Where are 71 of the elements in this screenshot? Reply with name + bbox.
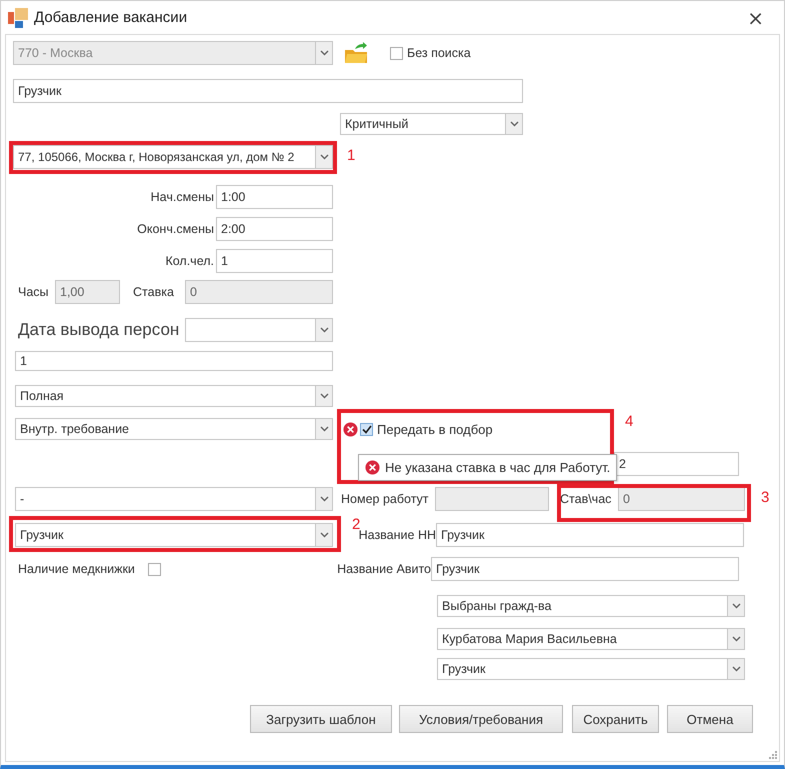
- action-button[interactable]: Загрузить шаблон: [250, 705, 392, 733]
- dropdown-field[interactable]: Внутр. требование: [15, 418, 333, 440]
- chevron-icon: [732, 666, 740, 672]
- field-label: Наличие медкнижки: [18, 562, 136, 576]
- dropdown-field[interactable]: Выбраны гражд-ва: [437, 595, 745, 617]
- field-label: Название Авито: [337, 562, 431, 576]
- chevron-icon: [320, 393, 328, 399]
- chevron-icon: [732, 603, 740, 609]
- input-field[interactable]: 1:00: [216, 185, 333, 209]
- checkmark-icon: [362, 424, 372, 434]
- dropdown-field[interactable]: Грузчик: [15, 523, 333, 547]
- chevron-icon: [320, 496, 328, 502]
- input-field[interactable]: Грузчик: [13, 79, 523, 103]
- input-field[interactable]: 1: [216, 249, 333, 273]
- checkbox[interactable]: [390, 46, 403, 60]
- dropdown-button[interactable]: [505, 114, 522, 134]
- dropdown-field[interactable]: -: [15, 487, 333, 511]
- field-label: Часы: [18, 285, 50, 299]
- dropdown-button[interactable]: [315, 488, 332, 510]
- error-icon: [365, 460, 380, 475]
- chevron-icon: [320, 426, 328, 432]
- field-label: Без поиска: [407, 46, 471, 60]
- resize-grip-icon[interactable]: [769, 751, 777, 759]
- dropdown-field[interactable]: 77, 105066, Москва г, Новорязанская ул, дом № 2: [13, 145, 333, 169]
- input-field[interactable]: 2: [614, 452, 739, 476]
- window-title: Добавление вакансии: [34, 9, 188, 26]
- field-label: Став\час: [560, 492, 612, 506]
- dropdown-field[interactable]: Критичный: [340, 113, 523, 135]
- action-button[interactable]: Отмена: [667, 705, 753, 733]
- callout-number: 3: [761, 489, 770, 506]
- chevron-icon: [510, 121, 518, 127]
- input-field[interactable]: Грузчик: [436, 523, 744, 547]
- input-field[interactable]: 2:00: [216, 217, 333, 241]
- field-label: Передать в подбор: [377, 422, 493, 436]
- dropdown-button[interactable]: [315, 419, 332, 439]
- app-icon: [8, 8, 28, 28]
- chevron-icon: [320, 50, 328, 56]
- input-field[interactable]: Грузчик: [431, 557, 739, 581]
- close-button[interactable]: ×: [743, 8, 768, 28]
- dropdown-field[interactable]: [185, 318, 333, 342]
- dropdown-button[interactable]: [315, 386, 332, 406]
- field-label: Дата вывода персон: [18, 320, 180, 340]
- dropdown-button[interactable]: [727, 659, 744, 679]
- checkbox[interactable]: [360, 422, 373, 436]
- input-field[interactable]: 1: [15, 351, 333, 371]
- chevron-icon: [320, 327, 328, 333]
- chevron-icon: [320, 532, 328, 538]
- folder-icon[interactable]: [344, 42, 368, 64]
- callout-number: 1: [347, 147, 356, 164]
- dropdown-button[interactable]: [727, 629, 744, 649]
- field-label: Название НН: [358, 528, 436, 542]
- dropdown-button[interactable]: [315, 146, 332, 168]
- dropdown-field[interactable]: Курбатова Мария Васильевна: [437, 628, 745, 650]
- field-label: Ставка: [133, 285, 175, 299]
- dropdown-field[interactable]: Грузчик: [437, 658, 745, 680]
- dropdown-button[interactable]: [315, 524, 332, 546]
- field-label: Номер работут: [341, 492, 430, 506]
- dropdown-field[interactable]: Полная: [15, 385, 333, 407]
- callout-number: 4: [625, 413, 634, 430]
- action-button[interactable]: Сохранить: [572, 705, 659, 733]
- field-label: Оконч.смены: [136, 222, 214, 236]
- action-button[interactable]: Условия/требования: [399, 705, 563, 733]
- chevron-icon: [320, 154, 328, 160]
- field-label: Кол.чел.: [164, 254, 214, 268]
- error-message: Не указана ставка в час для Работут.: [385, 460, 610, 475]
- field-label: Нач.смены: [150, 190, 214, 204]
- dropdown-button[interactable]: [727, 596, 744, 616]
- chevron-icon: [732, 636, 740, 642]
- dropdown-button[interactable]: [315, 319, 332, 341]
- checkbox[interactable]: [148, 562, 161, 576]
- callout-number: 2: [352, 516, 360, 533]
